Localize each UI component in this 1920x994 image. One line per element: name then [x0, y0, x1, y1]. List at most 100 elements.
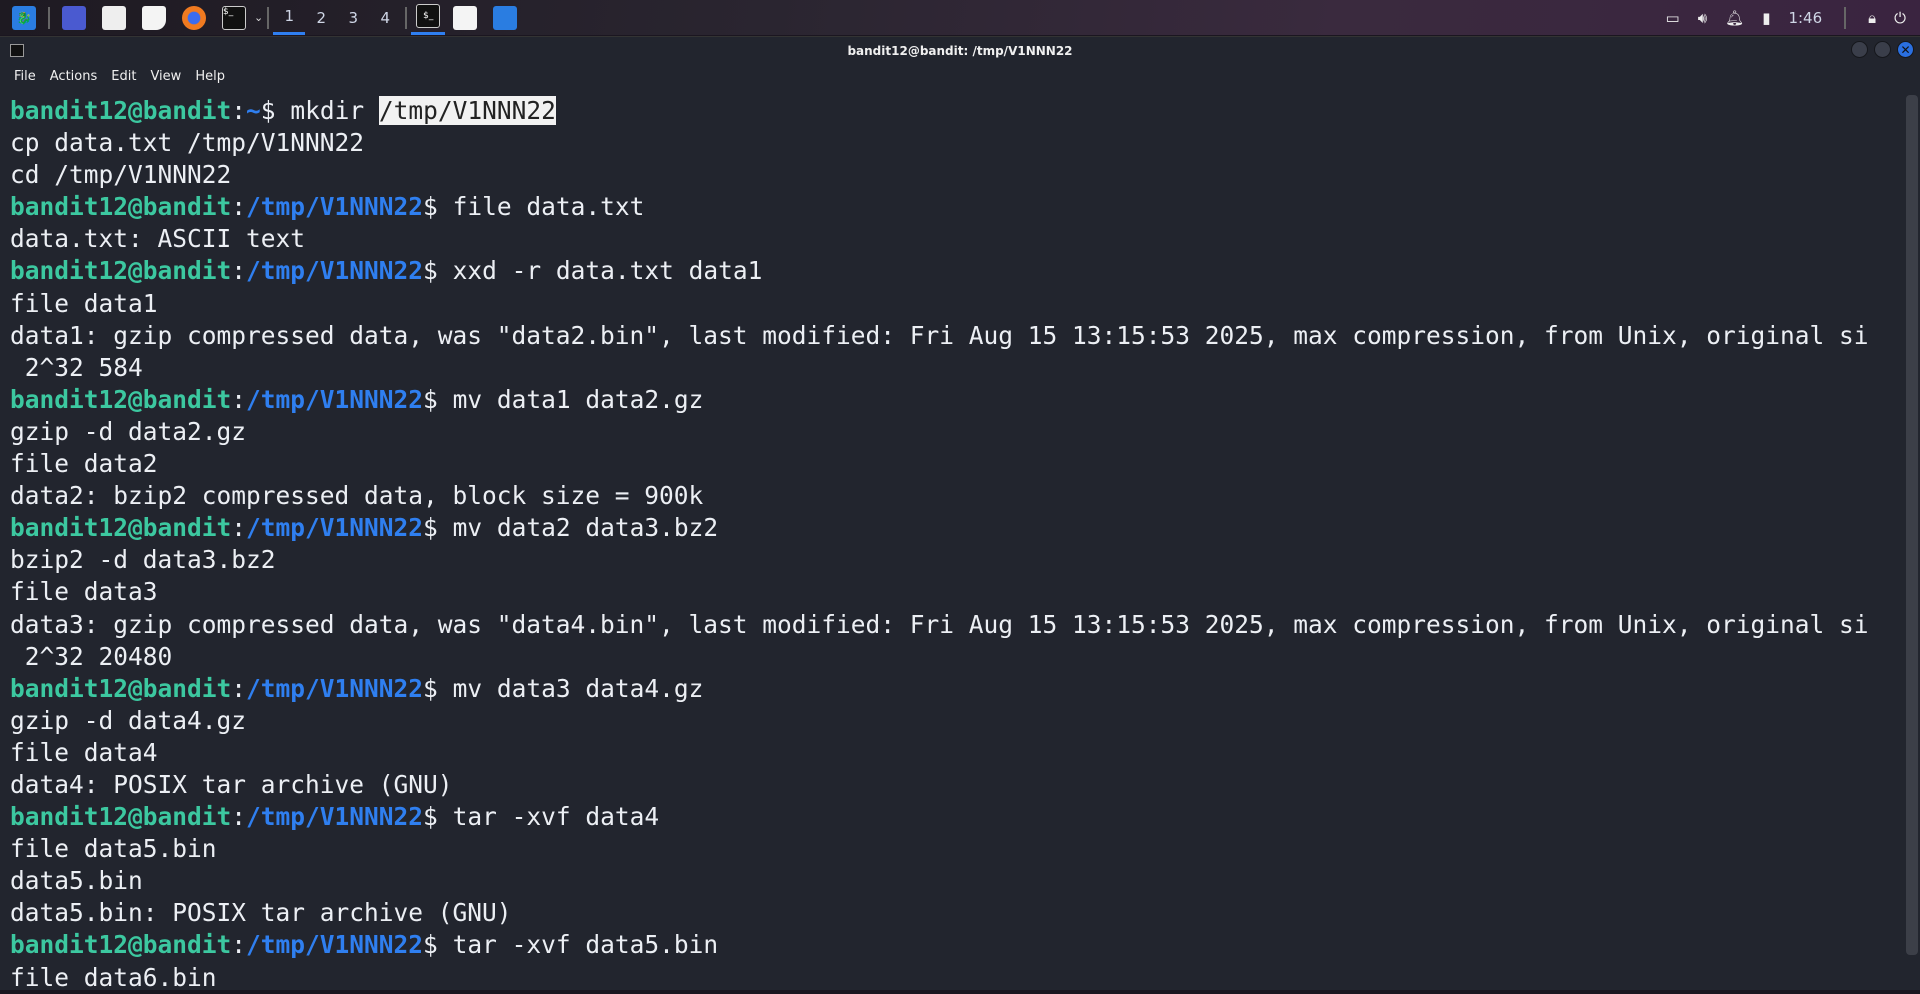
- divider: [267, 7, 269, 29]
- prompt-symbol: $: [261, 96, 291, 125]
- menu-view[interactable]: View: [150, 69, 181, 84]
- command-text: file data.txt: [453, 192, 645, 221]
- prompt-symbol: $: [423, 513, 453, 542]
- output-line: file data4: [10, 737, 1869, 769]
- prompt-line: bandit12@bandit:/tmp/V1NNN22$ mv data3 d…: [10, 673, 1869, 705]
- prompt-path: /tmp/V1NNN22: [246, 802, 423, 831]
- command-text: mv data2 data3.bz2: [453, 513, 719, 542]
- system-tray: ▭ 🔊︎ 🔔︎ ▮ 1:46 🔒︎ ⏻: [1666, 0, 1920, 35]
- show-desktop-icon[interactable]: [62, 6, 86, 30]
- divider: [405, 7, 407, 29]
- prompt-path: /tmp/V1NNN22: [246, 674, 423, 703]
- divider: [1844, 7, 1846, 29]
- task-file-manager-icon[interactable]: [493, 6, 517, 30]
- output-line: file data1: [10, 288, 1869, 320]
- volume-icon[interactable]: 🔊︎: [1698, 9, 1707, 27]
- output-line: data3: gzip compressed data, was "data4.…: [10, 609, 1869, 641]
- network-icon[interactable]: ▭: [1666, 9, 1680, 27]
- prompt-path: /tmp/V1NNN22: [246, 192, 423, 221]
- output-line: gzip -d data2.gz: [10, 416, 1869, 448]
- prompt-user: bandit12@bandit: [10, 192, 231, 221]
- prompt-path: ~: [246, 96, 261, 125]
- command-text: tar -xvf data4: [453, 802, 660, 831]
- prompt-line: bandit12@bandit:/tmp/V1NNN22$ tar -xvf d…: [10, 801, 1869, 833]
- output-line: cp data.txt /tmp/V1NNN22: [10, 127, 1869, 159]
- prompt-user: bandit12@bandit: [10, 930, 231, 959]
- prompt-colon: :: [231, 930, 246, 959]
- text-editor-icon[interactable]: [142, 6, 166, 30]
- prompt-line: bandit12@bandit:/tmp/V1NNN22$ xxd -r dat…: [10, 255, 1869, 287]
- task-text-editor-icon[interactable]: [453, 6, 477, 30]
- prompt-colon: :: [231, 513, 246, 542]
- prompt-line: bandit12@bandit:/tmp/V1NNN22$ file data.…: [10, 191, 1869, 223]
- terminal-output[interactable]: bandit12@bandit:~$ mkdir /tmp/V1NNN22cp …: [10, 95, 1869, 994]
- output-line: file data3: [10, 576, 1869, 608]
- output-line: data4: POSIX tar archive (GNU): [10, 769, 1869, 801]
- output-line: file data5.bin: [10, 833, 1869, 865]
- output-line: 2^32 20480: [10, 641, 1869, 673]
- battery-icon[interactable]: ▮: [1762, 9, 1770, 27]
- workspace-4[interactable]: 4: [369, 0, 401, 35]
- menu-file[interactable]: File: [14, 69, 36, 84]
- prompt-symbol: $: [423, 802, 453, 831]
- terminal-icon[interactable]: $_: [222, 6, 246, 30]
- prompt-symbol: $: [423, 930, 453, 959]
- menu-bar: File Actions Edit View Help: [0, 65, 1920, 87]
- output-line: data5.bin: [10, 865, 1869, 897]
- prompt-colon: :: [231, 256, 246, 285]
- close-button[interactable]: ✕: [1897, 41, 1914, 58]
- prompt-colon: :: [231, 192, 246, 221]
- prompt-line: bandit12@bandit:/tmp/V1NNN22$ mv data1 d…: [10, 384, 1869, 416]
- prompt-user: bandit12@bandit: [10, 674, 231, 703]
- kali-menu-icon[interactable]: 🐉: [12, 6, 36, 30]
- task-terminal[interactable]: $_: [411, 0, 445, 35]
- workspace-1[interactable]: 1: [273, 0, 305, 35]
- workspace-2[interactable]: 2: [305, 0, 337, 35]
- command-text: mkdir: [290, 96, 379, 125]
- prompt-line: bandit12@bandit:~$ mkdir /tmp/V1NNN22: [10, 95, 1869, 127]
- firefox-icon[interactable]: [182, 6, 206, 30]
- prompt-colon: :: [231, 385, 246, 414]
- scrollbar[interactable]: [1906, 95, 1918, 955]
- chevron-down-icon[interactable]: ⌄: [254, 11, 263, 24]
- output-line: data5.bin: POSIX tar archive (GNU): [10, 897, 1869, 929]
- window-title: bandit12@bandit: /tmp/V1NNN22: [847, 44, 1072, 58]
- prompt-path: /tmp/V1NNN22: [246, 513, 423, 542]
- prompt-symbol: $: [423, 192, 453, 221]
- prompt-path: /tmp/V1NNN22: [246, 930, 423, 959]
- prompt-colon: :: [231, 674, 246, 703]
- output-line: file data6.bin: [10, 962, 1869, 994]
- prompt-user: bandit12@bandit: [10, 256, 231, 285]
- prompt-colon: :: [231, 96, 246, 125]
- prompt-user: bandit12@bandit: [10, 802, 231, 831]
- prompt-line: bandit12@bandit:/tmp/V1NNN22$ mv data2 d…: [10, 512, 1869, 544]
- menu-actions[interactable]: Actions: [50, 69, 98, 84]
- taskbar: 🐉 $_ ⌄ 1 2 3 4 $_ ▭ 🔊︎ 🔔︎ ▮ 1:46 🔒︎ ⏻: [0, 0, 1920, 35]
- clock[interactable]: 1:46: [1788, 9, 1822, 27]
- prompt-symbol: $: [423, 674, 453, 703]
- menu-help[interactable]: Help: [195, 69, 225, 84]
- output-line: gzip -d data4.gz: [10, 705, 1869, 737]
- minimize-button[interactable]: [1851, 41, 1868, 58]
- output-line: data1: gzip compressed data, was "data2.…: [10, 320, 1869, 352]
- workspace-3[interactable]: 3: [337, 0, 369, 35]
- lock-icon[interactable]: 🔒︎: [1868, 9, 1876, 27]
- notification-bell-icon[interactable]: 🔔︎: [1725, 9, 1744, 27]
- logout-icon[interactable]: ⏻: [1894, 9, 1906, 27]
- prompt-symbol: $: [423, 256, 453, 285]
- prompt-user: bandit12@bandit: [10, 96, 231, 125]
- command-text: mv data1 data2.gz: [453, 385, 704, 414]
- menu-edit[interactable]: Edit: [111, 69, 136, 84]
- prompt-colon: :: [231, 802, 246, 831]
- divider: [48, 7, 50, 29]
- output-line: data2: bzip2 compressed data, block size…: [10, 480, 1869, 512]
- prompt-user: bandit12@bandit: [10, 513, 231, 542]
- prompt-path: /tmp/V1NNN22: [246, 256, 423, 285]
- prompt-user: bandit12@bandit: [10, 385, 231, 414]
- file-manager-icon[interactable]: [102, 6, 126, 30]
- maximize-button[interactable]: [1874, 41, 1891, 58]
- output-line: 2^32 584: [10, 352, 1869, 384]
- output-line: bzip2 -d data3.bz2: [10, 544, 1869, 576]
- title-bar: bandit12@bandit: /tmp/V1NNN22 ✕: [0, 37, 1920, 65]
- output-line: data.txt: ASCII text: [10, 223, 1869, 255]
